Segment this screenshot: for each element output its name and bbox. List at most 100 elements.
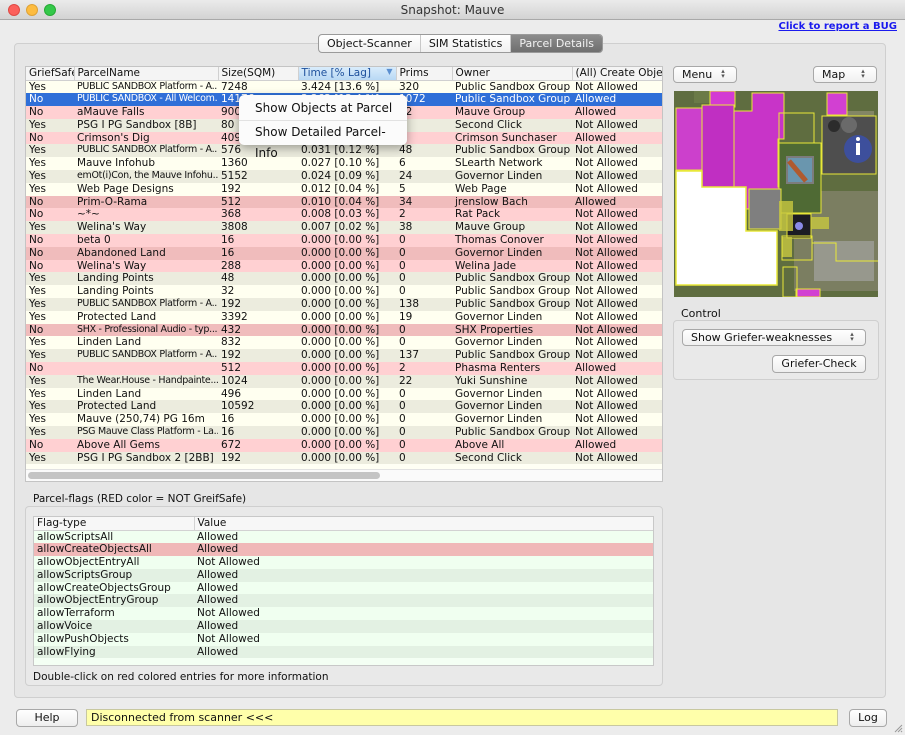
create-object-cell: Not Allowed [572, 80, 662, 94]
flag-row[interactable]: allowPushObjects Not Allowed [34, 632, 653, 646]
flag-row[interactable]: allowCreateObjectsGroup Allowed [34, 581, 653, 595]
parcel-row[interactable]: No Prim-O-Rama 512 0.010 [0.04 %] 34 jrenslow… [26, 195, 662, 209]
parcel-row[interactable]: Yes Landing Points 32 0.000 [0.00 %] 0 Public… [26, 285, 662, 299]
flag-row[interactable]: allowVoice Allowed [34, 620, 653, 633]
parcel-row[interactable]: No Above All Gems 672 0.000 [0.00 %] 0 Above … [26, 438, 662, 452]
prims-cell: 0 [396, 387, 452, 401]
parcel-name-cell: Linden Land [74, 336, 218, 350]
griefsafe-cell: No [26, 259, 74, 273]
parcel-row[interactable]: No SHX - Professional Audio - typ... 432 0.… [26, 323, 662, 337]
griefer-mode-select[interactable]: Show Griefer-weaknesses ▴▾ [682, 329, 866, 346]
parcel-row[interactable]: Yes Protected Land 10592 0.000 [0.00 %] 0 Gov… [26, 400, 662, 414]
parcel-row[interactable]: No Welina's Way 288 0.000 [0.00 %] 0 Welina J… [26, 259, 662, 273]
flag-row[interactable]: allowFlying Allowed [34, 645, 653, 659]
menu-item-show-objects-at-parcel[interactable]: Show Objects at Parcel [239, 98, 407, 119]
parcel-row[interactable]: Yes PUBLIC SANDBOX Platform - A... 192 0.00… [26, 349, 662, 363]
prims-cell: 6 [396, 157, 452, 171]
close-window-button[interactable] [8, 4, 20, 16]
parcel-row[interactable]: No ~*~ 368 0.008 [0.03 %] 2 Rat Pack Not Allow… [26, 208, 662, 222]
parcel-row[interactable]: Yes PUBLIC SANDBOX Platform - A... 7248 3.4… [26, 80, 662, 94]
prims-cell: 2 [396, 208, 452, 222]
create-object-cell: Not Allowed [572, 285, 662, 299]
prims-cell: 5 [396, 182, 452, 196]
horizontal-scrollbar[interactable] [26, 469, 662, 481]
horizontal-scrollbar-thumb[interactable] [28, 472, 380, 479]
parcel-row[interactable]: Yes Mauve (250,74) PG 16m 16 0.000 [0.00 %]… [26, 413, 662, 427]
tab-object-scanner[interactable]: Object-Scanner [319, 35, 421, 52]
flag-row[interactable]: allowObjectEntryGroup Allowed [34, 594, 653, 608]
parcel-row[interactable]: Yes Landing Points 48 0.000 [0.00 %] 0 Public… [26, 272, 662, 286]
column-header-time-lag[interactable]: ▼ Time [% Lag] [298, 67, 397, 81]
create-object-cell: Not Allowed [572, 400, 662, 414]
flag-row[interactable]: allowCreateObjectsAll Allowed [34, 543, 653, 557]
parcel-row[interactable]: Yes The Wear.House - Handpainte... 1024 0.0… [26, 374, 662, 388]
status-field: Disconnected from scanner <<< [86, 709, 838, 726]
column-header-create-object[interactable]: (All) Create Object [572, 67, 662, 81]
column-header-size[interactable]: Size(SQM) [218, 67, 299, 81]
parcel-row[interactable]: No Abandoned Land 16 0.000 [0.00 %] 0 Governo… [26, 246, 662, 260]
create-object-cell: Allowed [572, 106, 662, 119]
owner-cell: Mauve Group [452, 106, 572, 119]
region-map[interactable] [674, 91, 878, 297]
map-select[interactable]: Map ▴▾ [813, 66, 877, 83]
owner-cell: Phasma Renters [452, 362, 572, 375]
griefsafe-cell: Yes [26, 400, 74, 414]
time-lag-cell: 0.010 [0.04 %] [298, 195, 396, 209]
griefsafe-cell: Yes [26, 426, 74, 439]
log-button[interactable]: Log [849, 709, 887, 727]
parcel-name-cell: Mauve (250,74) PG 16m [74, 413, 218, 427]
time-lag-cell: 0.000 [0.00 %] [298, 285, 396, 299]
size-cell: 512 [218, 362, 298, 375]
prims-cell: 0 [396, 336, 452, 350]
column-header-parcel-name[interactable]: ParcelName [74, 67, 219, 81]
parcel-row[interactable]: No beta 0 16 0.000 [0.00 %] 0 Thomas Conover N… [26, 234, 662, 247]
parcel-row[interactable]: Yes PSG Mauve Class Platform - La... 16 0.0… [26, 426, 662, 439]
parcel-name-cell: PUBLIC SANDBOX Platform - A... [74, 349, 218, 363]
time-lag-cell: 0.000 [0.00 %] [298, 426, 396, 439]
minimize-window-button[interactable] [26, 4, 38, 16]
owner-cell: Public Sandbox Group [452, 272, 572, 286]
size-cell: 7248 [218, 80, 298, 94]
tab-parcel-details[interactable]: Parcel Details [511, 35, 602, 52]
parcel-row[interactable]: Yes emOt(i)Con, the Mauve Infohu... 5152 0.… [26, 170, 662, 183]
griefsafe-cell: No [26, 131, 74, 145]
parcel-row[interactable]: Yes PUBLIC SANDBOX Platform - A... 576 0.03… [26, 144, 662, 158]
column-header-owner[interactable]: Owner [452, 67, 573, 81]
column-header-prims[interactable]: Prims [396, 67, 453, 81]
flag-row[interactable]: allowTerraform Not Allowed [34, 607, 653, 621]
zoom-window-button[interactable] [44, 4, 56, 16]
flag-value-cell: Allowed [194, 594, 653, 608]
create-object-cell: Not Allowed [572, 272, 662, 286]
menu-select[interactable]: Menu ▴▾ [673, 66, 737, 83]
parcel-row[interactable]: Yes PUBLIC SANDBOX Platform - A... 192 0.00… [26, 298, 662, 311]
parcel-row[interactable]: No 512 0.000 [0.00 %] 2 Phasma Renters Allowe… [26, 362, 662, 375]
parcel-row[interactable]: Yes Mauve Infohub 1360 0.027 [0.10 %] 6 SLear… [26, 157, 662, 171]
prims-cell: 0 [396, 400, 452, 414]
parcel-row[interactable]: Yes Web Page Designs 192 0.012 [0.04 %] 5 Web… [26, 182, 662, 196]
column-header-value[interactable]: Value [194, 517, 653, 531]
flag-row[interactable]: allowScriptsGroup Allowed [34, 568, 653, 582]
flag-value-cell: Not Allowed [194, 607, 653, 621]
flag-row[interactable]: allowScriptsAll Allowed [34, 530, 653, 544]
menu-item-show-detailed-parcel-info[interactable]: Show Detailed Parcel-Info [239, 122, 407, 160]
column-header-griefsafe[interactable]: GriefSafe [26, 67, 75, 81]
prims-cell: 38 [396, 221, 452, 235]
tab-sim-statistics[interactable]: SIM Statistics [421, 35, 512, 52]
flag-row[interactable]: allowObjectEntryAll Not Allowed [34, 556, 653, 569]
report-bug-link[interactable]: Click to report a BUG [778, 21, 897, 32]
parcel-row[interactable]: Yes Linden Land 496 0.000 [0.00 %] 0 Governor… [26, 387, 662, 401]
griefer-check-button[interactable]: Griefer-Check [772, 355, 866, 373]
help-button[interactable]: Help [16, 709, 78, 727]
prims-cell: 19 [396, 310, 452, 324]
griefsafe-cell: Yes [26, 298, 74, 311]
parcel-row[interactable]: Yes Welina's Way 3808 0.007 [0.02 %] 38 Mauve… [26, 221, 662, 235]
parcel-name-cell: aMauve Falls [74, 106, 218, 119]
column-header-flag-type[interactable]: Flag-type [34, 517, 195, 531]
parcel-row[interactable]: Yes Linden Land 832 0.000 [0.00 %] 0 Governor… [26, 336, 662, 350]
prims-cell: 0 [396, 438, 452, 452]
parcel-row[interactable]: Yes PSG I PG Sandbox 2 [2BB] 192 0.000 [0.0… [26, 451, 662, 465]
parcel-row[interactable]: Yes Protected Land 3392 0.000 [0.00 %] 19 Gov… [26, 310, 662, 324]
size-cell: 192 [218, 182, 298, 196]
owner-cell: Welina Jade [452, 259, 572, 273]
resize-grip-icon[interactable] [893, 723, 903, 733]
